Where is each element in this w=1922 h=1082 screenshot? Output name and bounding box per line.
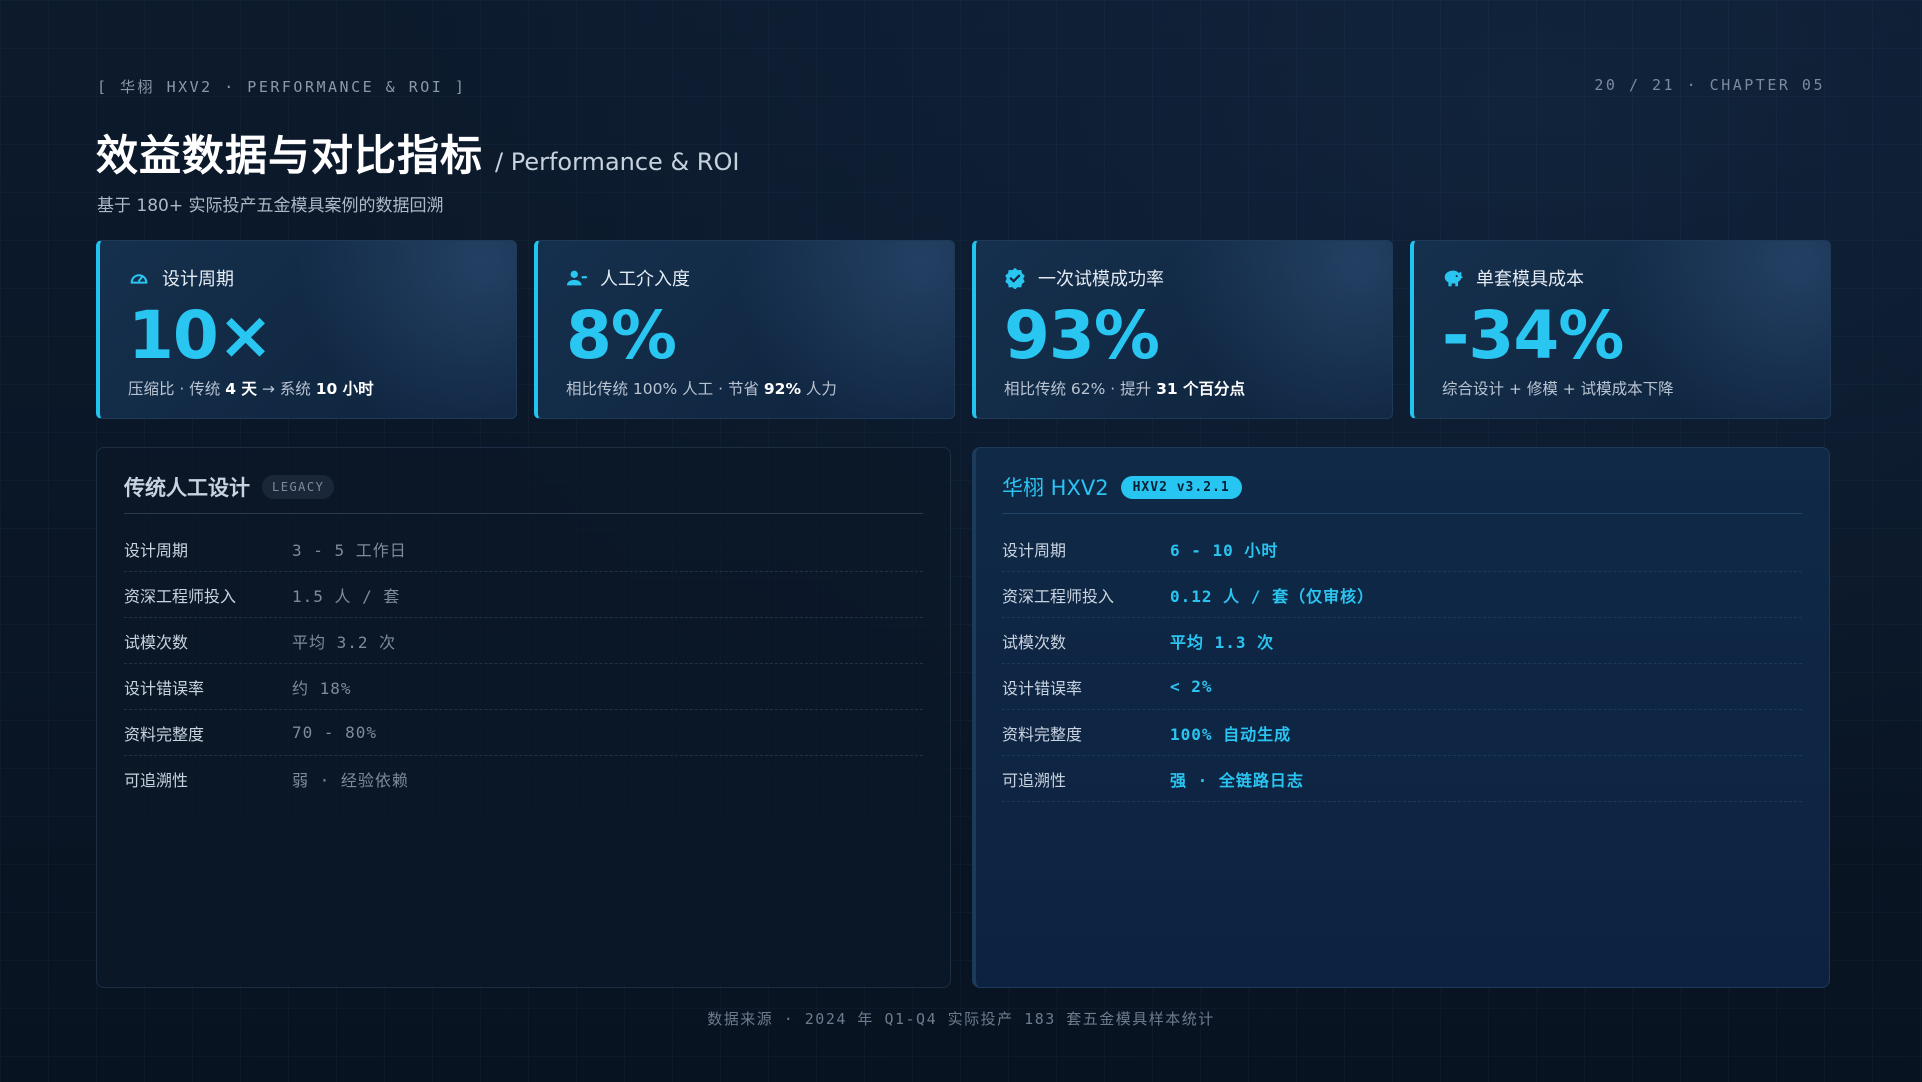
kpi-note-highlight: 31 个百分点: [1156, 380, 1246, 398]
kpi-row: 设计周期 10× 压缩比 · 传统 4 天 → 系统 10 小时 人工介入度 8…: [96, 240, 1831, 421]
metric-row: 试模次数 平均 1.3 次: [1002, 618, 1802, 664]
metric-row: 可追溯性 强 · 全链路日志: [1002, 756, 1802, 802]
metric-label: 设计错误率: [124, 678, 205, 698]
metric-value: 100% 自动生成: [1170, 724, 1292, 744]
title-row: 效益数据与对比指标 / Performance & ROI: [96, 122, 739, 183]
metric-label: 设计周期: [124, 540, 189, 560]
kpi-value: 10×: [128, 297, 273, 374]
kpi-note: 压缩比 · 传统 4 天 → 系统 10 小时: [128, 377, 374, 399]
metric-label: 可追溯性: [1002, 770, 1067, 790]
metric-value: 6 - 10 小时: [1170, 540, 1279, 560]
panel-header: 华栩 HXV2 HXV2 v3.2.1: [1002, 472, 1242, 502]
metric-value: 70 - 80%: [292, 723, 378, 742]
kpi-label: 人工介入度: [600, 269, 690, 290]
metric-row: 资深工程师投入 1.5 人 / 套: [124, 572, 923, 618]
kpi-note-text: 相比传统 100% 人工 · 节省: [566, 380, 764, 398]
page-title: 效益数据与对比指标: [96, 131, 484, 180]
slide: [ 华栩 HXV2 · PERFORMANCE & ROI ] 20 / 21 …: [0, 0, 1922, 1082]
page-subtitle: 基于 180+ 实际投产五金模具案例的数据回溯: [97, 196, 444, 216]
panel-title: 传统人工设计: [124, 476, 250, 500]
kpi-note-highlight: 92%: [763, 380, 801, 398]
kpi-head: 单套模具成本: [1442, 265, 1584, 291]
metric-row: 试模次数 平均 3.2 次: [124, 618, 923, 664]
metric-row: 资料完整度 70 - 80%: [124, 710, 923, 756]
metric-row: 设计错误率 约 18%: [124, 664, 923, 710]
metric-value: 平均 3.2 次: [292, 632, 397, 652]
metric-row: 设计错误率 < 2%: [1002, 664, 1802, 710]
kpi-card-design-cycle: 设计周期 10× 压缩比 · 传统 4 天 → 系统 10 小时: [96, 240, 517, 419]
metric-label: 可追溯性: [124, 770, 189, 790]
kpi-note: 相比传统 100% 人工 · 节省 92% 人力: [566, 377, 837, 399]
metric-label: 设计错误率: [1002, 678, 1083, 698]
metric-value: 3 - 5 工作日: [292, 540, 407, 560]
user-minus-icon: [566, 270, 588, 286]
kpi-note-highlight: 4 天: [225, 380, 257, 398]
hxv2-comparison-panel: 华栩 HXV2 HXV2 v3.2.1 设计周期 6 - 10 小时 资深工程师投…: [972, 447, 1830, 988]
kpi-card-first-trial-success: 一次试模成功率 93% 相比传统 62% · 提升 31 个百分点: [972, 240, 1393, 419]
kpi-head: 人工介入度: [566, 265, 690, 291]
metric-row: 可追溯性 弱 · 经验依赖: [124, 756, 923, 801]
badge-check-icon: [1005, 267, 1025, 289]
metric-value: 强 · 全链路日志: [1170, 770, 1304, 790]
breadcrumb: [ 华栩 HXV2 · PERFORMANCE & ROI ]: [97, 78, 467, 96]
panel-header: 传统人工设计 LEGACY: [124, 472, 335, 502]
metric-value: < 2%: [1170, 677, 1213, 696]
legacy-comparison-panel: 传统人工设计 LEGACY 设计周期 3 - 5 工作日 资深工程师投入 1.5 人…: [96, 447, 951, 988]
metric-value: 1.5 人 / 套: [292, 586, 401, 606]
metric-value: 弱 · 经验依赖: [292, 770, 409, 790]
kpi-note-highlight: 10 小时: [315, 380, 374, 398]
kpi-card-manual-involvement: 人工介入度 8% 相比传统 100% 人工 · 节省 92% 人力: [534, 240, 955, 419]
kpi-label: 一次试模成功率: [1038, 269, 1164, 290]
metric-row: 资深工程师投入 0.12 人 / 套（仅审核）: [1002, 572, 1802, 618]
metric-value: 0.12 人 / 套（仅审核）: [1170, 586, 1375, 606]
metric-row: 设计周期 6 - 10 小时: [1002, 526, 1802, 572]
kpi-value: -34%: [1442, 297, 1624, 374]
metric-row: 设计周期 3 - 5 工作日: [124, 526, 923, 572]
metric-label: 试模次数: [124, 632, 189, 652]
kpi-note: 综合设计 + 修模 + 试模成本下降: [1442, 377, 1674, 399]
kpi-note-text: 压缩比 · 传统: [128, 380, 226, 398]
page-indicator: 20 / 21 · CHAPTER 05: [1594, 76, 1825, 94]
divider: [124, 513, 923, 514]
piggy-bank-icon: [1444, 270, 1463, 287]
kpi-label: 设计周期: [162, 269, 234, 290]
kpi-note-text: → 系统: [256, 380, 316, 398]
kpi-label: 单套模具成本: [1476, 269, 1584, 290]
metric-value: 约 18%: [292, 678, 352, 698]
metric-label: 试模次数: [1002, 632, 1067, 652]
kpi-value: 8%: [566, 297, 677, 374]
kpi-card-mold-cost: 单套模具成本 -34% 综合设计 + 修模 + 试模成本下降: [1410, 240, 1831, 419]
kpi-note-text: 综合设计 + 修模 + 试模成本下降: [1442, 380, 1674, 398]
divider: [1002, 513, 1802, 514]
panel-title: 华栩 HXV2: [1002, 476, 1109, 500]
metric-value: 平均 1.3 次: [1170, 632, 1275, 652]
metric-label: 资深工程师投入: [124, 586, 237, 606]
gauge-icon: [130, 274, 148, 284]
kpi-note-text: 相比传统 62% · 提升: [1004, 380, 1157, 398]
metric-list: 设计周期 6 - 10 小时 资深工程师投入 0.12 人 / 套（仅审核） 试模次…: [1002, 526, 1802, 802]
kpi-value: 93%: [1004, 297, 1160, 374]
legacy-badge: LEGACY: [262, 475, 335, 499]
page-title-suffix: / Performance & ROI: [495, 148, 740, 176]
metric-label: 资料完整度: [1002, 724, 1083, 744]
metric-label: 资料完整度: [124, 724, 205, 744]
kpi-note: 相比传统 62% · 提升 31 个百分点: [1004, 377, 1245, 399]
kpi-head: 设计周期: [128, 265, 234, 291]
metric-label: 资深工程师投入: [1002, 586, 1115, 606]
metric-row: 资料完整度 100% 自动生成: [1002, 710, 1802, 756]
metric-label: 设计周期: [1002, 540, 1067, 560]
metric-list: 设计周期 3 - 5 工作日 资深工程师投入 1.5 人 / 套 试模次数 平均 3.…: [124, 526, 923, 801]
version-badge: HXV2 v3.2.1: [1120, 475, 1242, 499]
kpi-head: 一次试模成功率: [1004, 265, 1164, 291]
kpi-note-text: 人力: [801, 380, 837, 398]
data-source-footnote: 数据来源 · 2024 年 Q1-Q4 实际投产 183 套五金模具样本统计: [707, 1010, 1215, 1028]
